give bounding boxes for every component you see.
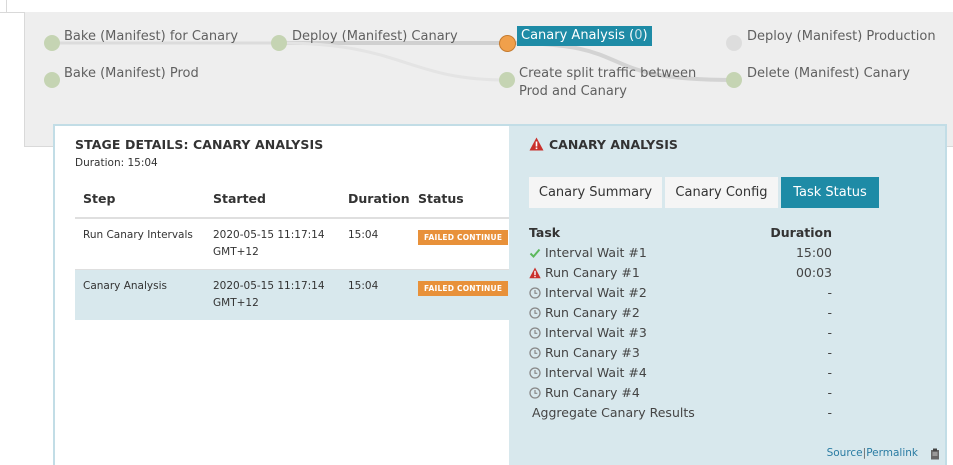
source-link[interactable]: Source (827, 447, 863, 459)
stage-canary-analysis-count: 0 (634, 28, 643, 43)
clock-icon (529, 307, 541, 319)
task-row: Run Canary #2 (529, 305, 640, 320)
stage-node-split-traffic[interactable] (499, 72, 515, 88)
task-row: Interval Wait #1 (529, 245, 647, 260)
tab-canary-config[interactable]: Canary Config (665, 177, 778, 208)
row-started: 2020-05-15 11:17:14 GMT+12 (213, 278, 325, 312)
stage-details-title: STAGE DETAILS: CANARY ANALYSIS (75, 137, 324, 152)
stage-node-deploy-canary[interactable] (271, 35, 287, 51)
stage-details-panel: STAGE DETAILS: CANARY ANALYSIS Duration:… (53, 124, 947, 465)
task-duration: - (827, 325, 832, 340)
task-row: Run Canary #1 (529, 265, 640, 280)
task-name: Interval Wait #4 (545, 365, 647, 380)
clock-icon (529, 367, 541, 379)
check-icon (529, 248, 541, 258)
task-name: Run Canary #3 (545, 345, 640, 360)
clipboard-icon[interactable] (930, 448, 940, 460)
stage-label-split-traffic[interactable]: Create split traffic between Prod and Can… (519, 65, 696, 101)
stage-split-traffic-line2: Prod and Canary (519, 84, 627, 99)
row-duration: 15:04 (348, 229, 379, 241)
stage-node-deploy-production[interactable] (726, 35, 742, 51)
top-left-divider (0, 0, 7, 12)
task-name: Interval Wait #1 (545, 245, 647, 260)
task-duration: 00:03 (795, 265, 832, 280)
stage-label-bake-canary[interactable]: Bake (Manifest) for Canary (64, 28, 238, 46)
row-started: 2020-05-15 11:17:14 GMT+12 (213, 227, 325, 261)
task-column-header: Task (529, 225, 561, 240)
tab-task-status[interactable]: Task Status (781, 177, 879, 208)
stage-node-canary-analysis[interactable] (499, 35, 516, 52)
task-row: Interval Wait #3 (529, 325, 647, 340)
tab-canary-summary[interactable]: Canary Summary (529, 177, 662, 208)
row-started-tz: GMT+12 (213, 246, 259, 258)
status-badge: FAILED CONTINUE (418, 230, 509, 245)
clock-icon (529, 287, 541, 299)
task-duration: - (827, 405, 832, 420)
stage-node-delete-canary[interactable] (726, 72, 742, 88)
stage-label-delete-canary[interactable]: Delete (Manifest) Canary (747, 65, 910, 83)
row-step: Canary Analysis (83, 280, 167, 292)
row-started-date: 2020-05-15 11:17:14 (213, 280, 325, 292)
stage-label-deploy-production[interactable]: Deploy (Manifest) Production (747, 28, 936, 46)
stage-duration: Duration: 15:04 (75, 157, 158, 169)
task-duration: - (827, 305, 832, 320)
clock-icon (529, 387, 541, 399)
stage-label-bake-prod[interactable]: Bake (Manifest) Prod (64, 65, 199, 83)
task-duration: - (827, 285, 832, 300)
permalink-link[interactable]: Permalink (866, 447, 918, 459)
task-name: Run Canary #2 (545, 305, 640, 320)
canary-detail-title: CANARY ANALYSIS (529, 137, 678, 152)
task-duration: - (827, 345, 832, 360)
column-header-started: Started (213, 191, 266, 206)
stage-details-left: STAGE DETAILS: CANARY ANALYSIS Duration:… (55, 126, 509, 465)
task-row: Interval Wait #4 (529, 365, 647, 380)
table-row[interactable]: Run Canary Intervals 2020-05-15 11:17:14… (75, 219, 509, 269)
stage-split-traffic-line1: Create split traffic between (519, 66, 697, 81)
task-name: Interval Wait #3 (545, 325, 647, 340)
duration-column-header: Duration (770, 225, 832, 240)
task-row: Run Canary #3 (529, 345, 640, 360)
connector-deploy-canary-to-split-traffic (278, 41, 508, 82)
task-name: Run Canary #1 (545, 265, 640, 280)
canary-detail-title-text: CANARY ANALYSIS (549, 137, 678, 152)
row-started-tz: GMT+12 (213, 297, 259, 309)
canary-analysis-detail: CANARY ANALYSIS Canary Summary Canary Co… (509, 126, 945, 465)
status-badge: FAILED CONTINUE (418, 281, 509, 296)
task-duration: - (827, 385, 832, 400)
warning-icon (529, 267, 541, 279)
task-duration: 15:00 (795, 245, 832, 260)
task-name: Interval Wait #2 (545, 285, 647, 300)
column-header-status: Status (418, 191, 464, 206)
task-name: Aggregate Canary Results (532, 405, 695, 420)
column-header-duration: Duration (348, 191, 410, 206)
stage-label-canary-analysis[interactable]: Canary Analysis (0) (517, 26, 652, 46)
stage-canary-analysis-name: Canary Analysis (521, 28, 625, 43)
warning-icon (529, 137, 544, 151)
clock-icon (529, 327, 541, 339)
task-name: Run Canary #4 (545, 385, 640, 400)
row-started-date: 2020-05-15 11:17:14 (213, 229, 325, 241)
task-row: Aggregate Canary Results (532, 405, 695, 420)
row-step: Run Canary Intervals (83, 229, 193, 241)
row-duration: 15:04 (348, 280, 379, 292)
clock-icon (529, 347, 541, 359)
task-row: Run Canary #4 (529, 385, 640, 400)
task-row: Interval Wait #2 (529, 285, 647, 300)
column-header-step: Step (83, 191, 116, 206)
table-row[interactable]: Canary Analysis 2020-05-15 11:17:14 GMT+1… (75, 270, 509, 320)
stage-label-deploy-canary[interactable]: Deploy (Manifest) Canary (292, 28, 458, 46)
task-duration: - (827, 365, 832, 380)
stage-node-bake-canary[interactable] (44, 35, 60, 51)
stage-node-bake-prod[interactable] (44, 72, 60, 88)
panel-links: Source|Permalink (827, 447, 918, 459)
